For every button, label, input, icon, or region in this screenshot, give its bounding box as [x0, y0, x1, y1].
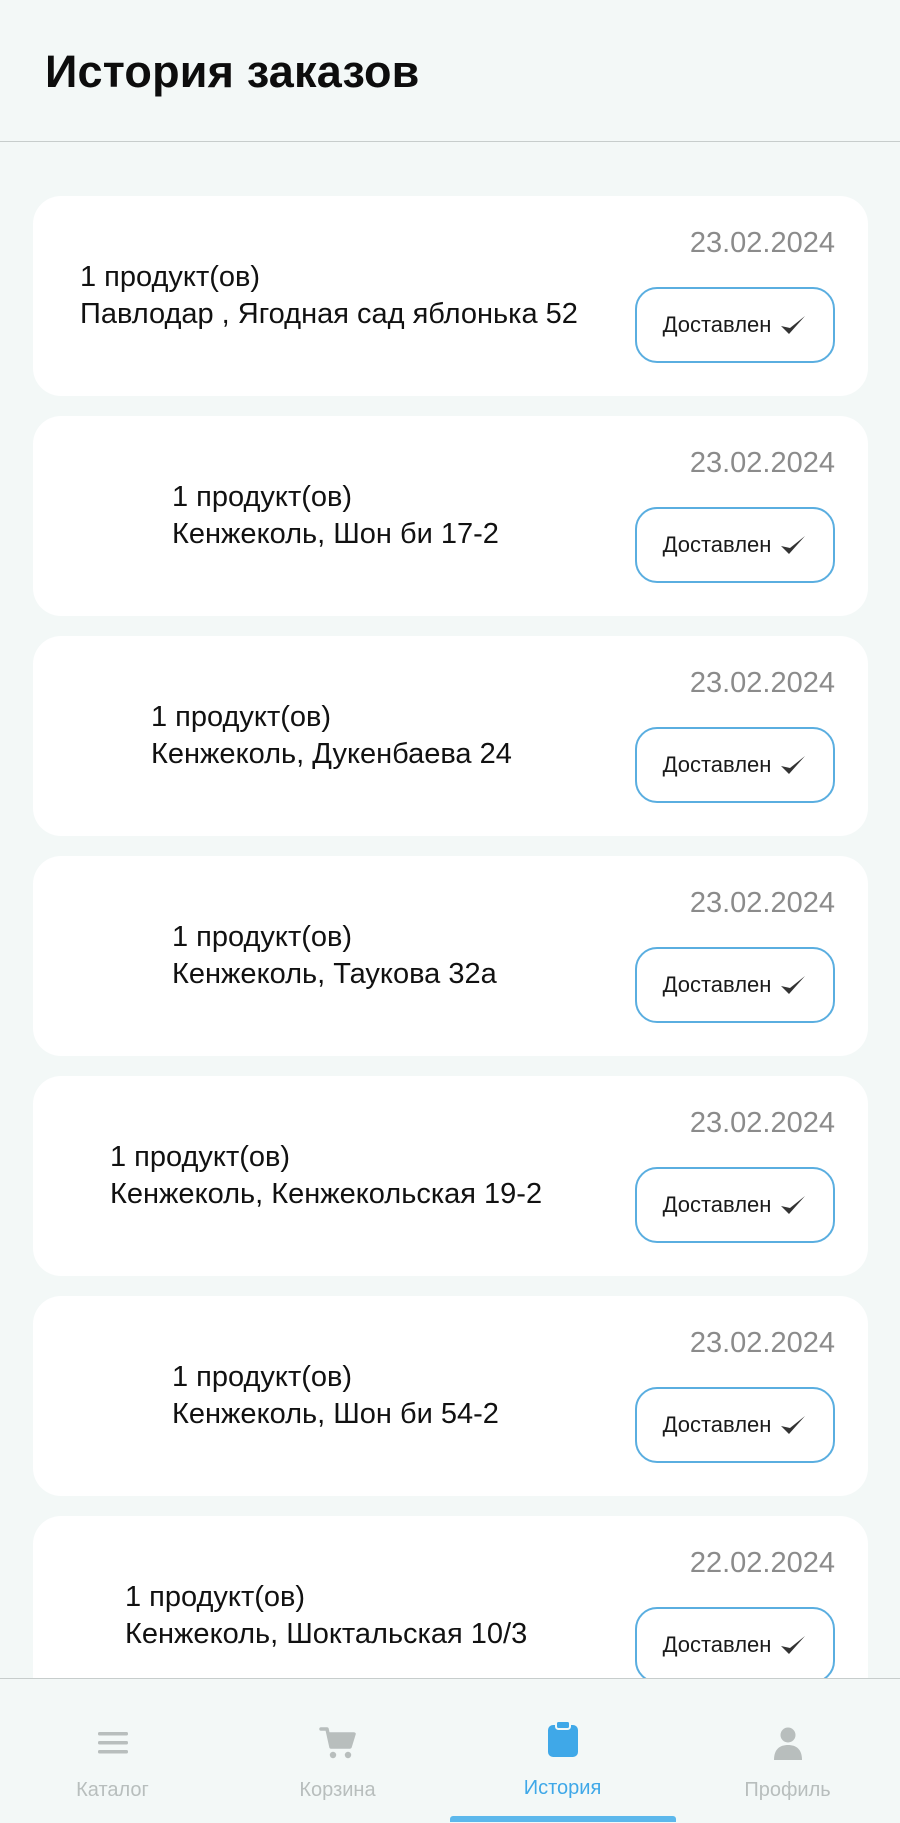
nav-item-history[interactable]: История [450, 1679, 675, 1823]
cart-icon [318, 1727, 356, 1759]
order-info: 1 продукт(ов) Кенжеколь, Кенжекольская 1… [110, 1076, 650, 1276]
order-address: Кенжеколь, Шон би 17-2 [172, 518, 499, 550]
order-status-label: Доставлен [662, 752, 772, 777]
order-product-count: 1 продукт(ов) [151, 701, 332, 733]
order-date: 23.02.2024 [689, 1327, 835, 1359]
order-date: 23.02.2024 [689, 227, 835, 259]
nav-label: Корзина [299, 1779, 376, 1801]
bottom-navigation: Каталог Корзина История Профиль [0, 1678, 900, 1822]
order-info: 1 продукт(ов) Кенжеколь, Шоктальская 10/… [125, 1516, 665, 1678]
checkmark-icon [781, 536, 806, 554]
order-date: 23.02.2024 [689, 667, 835, 699]
nav-label: Каталог [76, 1779, 149, 1801]
active-tab-indicator [450, 1816, 676, 1822]
order-product-count: 1 продукт(ов) [80, 261, 261, 293]
clipboard-icon [547, 1720, 578, 1757]
order-status-button[interactable]: Доставлен [635, 947, 835, 1023]
order-date: 23.02.2024 [689, 1107, 835, 1139]
order-status-button[interactable]: Доставлен [635, 507, 835, 583]
checkmark-icon [781, 316, 806, 334]
profile-icon [773, 1727, 802, 1760]
order-card[interactable]: 1 продукт(ов) Кенжеколь, Шон би 54-2 23.… [33, 1296, 868, 1496]
order-date: 23.02.2024 [689, 447, 835, 479]
checkmark-icon [781, 756, 806, 774]
page-title: История заказов [45, 46, 420, 97]
orders-list[interactable]: 1 продукт(ов) Павлодар , Ягодная сад ябл… [0, 142, 900, 1678]
order-product-count: 1 продукт(ов) [172, 1361, 353, 1393]
order-status-button[interactable]: Доставлен [635, 1387, 835, 1463]
order-product-count: 1 продукт(ов) [172, 481, 353, 513]
order-status-button[interactable]: Доставлен [635, 287, 835, 363]
nav-label: История [523, 1777, 602, 1799]
order-status-label: Доставлен [662, 532, 772, 557]
order-info: 1 продукт(ов) Кенжеколь, Таукова 32а [172, 856, 712, 1056]
nav-item-profile[interactable]: Профиль [675, 1679, 900, 1823]
order-address: Кенжеколь, Шоктальская 10/3 [125, 1618, 528, 1650]
nav-item-catalog[interactable]: Каталог [0, 1679, 225, 1823]
order-status-label: Доставлен [662, 1192, 772, 1217]
order-date: 23.02.2024 [689, 887, 835, 919]
order-info: 1 продукт(ов) Кенжеколь, Дукенбаева 24 [151, 636, 691, 836]
checkmark-icon [781, 1636, 806, 1654]
order-status-label: Доставлен [662, 312, 772, 337]
checkmark-icon [781, 1196, 806, 1214]
order-product-count: 1 продукт(ов) [172, 921, 353, 953]
app-header: История заказов [0, 0, 900, 142]
checkmark-icon [781, 1416, 806, 1434]
nav-item-cart[interactable]: Корзина [225, 1679, 450, 1823]
order-address: Павлодар , Ягодная сад яблонька 52 [80, 298, 578, 330]
order-status-button[interactable]: Доставлен [635, 1167, 835, 1243]
order-status-button[interactable]: Доставлен [635, 727, 835, 803]
order-info: 1 продукт(ов) Павлодар , Ягодная сад ябл… [80, 196, 620, 396]
order-date: 22.02.2024 [689, 1547, 835, 1579]
nav-label: Профиль [744, 1779, 831, 1801]
menu-icon [97, 1732, 128, 1754]
order-status-label: Доставлен [662, 1632, 772, 1657]
checkmark-icon [781, 976, 806, 994]
order-info: 1 продукт(ов) Кенжеколь, Шон би 17-2 [172, 416, 712, 616]
order-product-count: 1 продукт(ов) [125, 1581, 306, 1613]
order-status-label: Доставлен [662, 972, 772, 997]
order-address: Кенжеколь, Дукенбаева 24 [151, 738, 512, 770]
order-card[interactable]: 1 продукт(ов) Павлодар , Ягодная сад ябл… [33, 196, 868, 396]
order-address: Кенжеколь, Шон би 54-2 [172, 1398, 499, 1430]
order-status-label: Доставлен [662, 1412, 772, 1437]
order-card[interactable]: 1 продукт(ов) Кенжеколь, Дукенбаева 24 2… [33, 636, 868, 836]
order-card[interactable]: 1 продукт(ов) Кенжеколь, Шон би 17-2 23.… [33, 416, 868, 616]
order-status-button[interactable]: Доставлен [635, 1607, 835, 1678]
order-product-count: 1 продукт(ов) [110, 1141, 291, 1173]
order-card[interactable]: 1 продукт(ов) Кенжеколь, Таукова 32а 23.… [33, 856, 868, 1056]
order-card[interactable]: 1 продукт(ов) Кенжеколь, Кенжекольская 1… [33, 1076, 868, 1276]
order-address: Кенжеколь, Кенжекольская 19-2 [110, 1178, 543, 1210]
order-address: Кенжеколь, Таукова 32а [172, 958, 497, 990]
order-card[interactable]: 1 продукт(ов) Кенжеколь, Шоктальская 10/… [33, 1516, 868, 1678]
order-info: 1 продукт(ов) Кенжеколь, Шон би 54-2 [172, 1296, 712, 1496]
